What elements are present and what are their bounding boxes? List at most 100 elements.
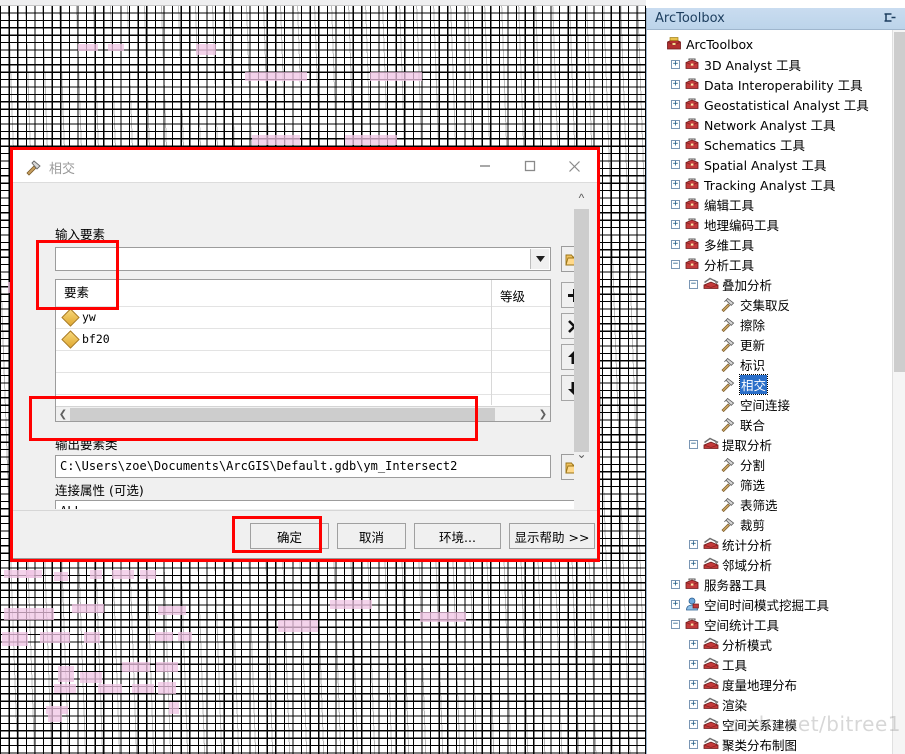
tree-node[interactable]: + 分析模式: [647, 634, 892, 654]
tree-node[interactable]: + 聚类分布制图: [647, 734, 892, 754]
scrollbar-thumb[interactable]: [70, 408, 495, 421]
scrollbar-thumb[interactable]: [894, 32, 905, 372]
tree-node[interactable]: + 空间时间模式挖掘工具: [647, 594, 892, 614]
expand-icon[interactable]: +: [689, 559, 698, 569]
list-item[interactable]: bf20: [61, 329, 110, 349]
expand-icon[interactable]: +: [689, 679, 698, 689]
tree-node[interactable]: − 分析工具: [647, 254, 892, 274]
arctoolbox-tree[interactable]: ArcToolbox +3D Analyst 工具 + Data Interopera…: [647, 30, 892, 754]
output-feature-class-input[interactable]: C:\Users\zoe\Documents\ArcGIS\Default.gd…: [55, 455, 551, 478]
scroll-up-icon[interactable]: ^: [574, 189, 589, 207]
expand-icon[interactable]: +: [671, 199, 680, 209]
tree-node[interactable]: 相交: [647, 373, 892, 395]
tree-node[interactable]: + 编辑工具: [647, 194, 892, 214]
join-attributes-select[interactable]: ALL ˅: [55, 500, 581, 509]
expand-icon[interactable]: +: [671, 59, 680, 69]
input-features-combo[interactable]: [55, 247, 551, 271]
tree-node[interactable]: 交集取反: [647, 294, 892, 314]
tree-node[interactable]: +3D Analyst 工具: [647, 54, 892, 74]
tree-node-label: 统计分析: [722, 537, 773, 553]
chevron-down-icon[interactable]: [530, 249, 549, 269]
expand-icon[interactable]: +: [689, 719, 698, 729]
tree-node[interactable]: + Tracking Analyst 工具: [647, 174, 892, 194]
arctoolbox-panel-header[interactable]: ArcToolbox: [647, 8, 905, 30]
tree-node[interactable]: + 多维工具: [647, 234, 892, 254]
collapse-icon[interactable]: −: [689, 279, 698, 289]
tree-node[interactable]: + 服务器工具: [647, 574, 892, 594]
maximize-button[interactable]: [507, 150, 552, 182]
expand-icon[interactable]: +: [689, 539, 698, 549]
ok-button[interactable]: 确定: [250, 523, 329, 549]
expand-icon[interactable]: +: [671, 579, 680, 589]
expand-icon[interactable]: +: [671, 599, 680, 609]
tree-node[interactable]: + Geostatistical Analyst 工具: [647, 94, 892, 114]
tree-node[interactable]: 联合: [647, 414, 892, 434]
tree-node-label: 相交: [738, 373, 769, 395]
tree-node[interactable]: 筛选: [647, 474, 892, 494]
tree-node[interactable]: 分割: [647, 454, 892, 474]
scroll-down-icon[interactable]: ⌄: [574, 445, 589, 463]
tree-node[interactable]: 擦除: [647, 314, 892, 334]
tree-node[interactable]: + Network Analyst 工具: [647, 114, 892, 134]
tree-node[interactable]: + 工具: [647, 654, 892, 674]
list-item[interactable]: yw: [61, 307, 96, 327]
close-icon[interactable]: [552, 150, 597, 182]
input-features-grid[interactable]: 要素 等级 yw bf20 ❮ ❯: [55, 279, 551, 422]
expand-icon[interactable]: +: [689, 739, 698, 749]
cancel-button[interactable]: 取消: [337, 523, 406, 549]
tree-node[interactable]: + 度量地理分布: [647, 674, 892, 694]
expand-icon[interactable]: +: [671, 139, 680, 149]
tree-node[interactable]: 标识: [647, 354, 892, 374]
expand-icon[interactable]: +: [671, 79, 680, 89]
highlight-parcel: [46, 706, 68, 714]
scroll-right-icon[interactable]: ❯: [536, 407, 550, 421]
tree-node-label: 提取分析: [722, 437, 773, 453]
grid-horizontal-scrollbar[interactable]: ❮ ❯: [56, 406, 550, 421]
arctoolbox-scrollbar[interactable]: [892, 30, 905, 754]
tree-node[interactable]: 表筛选: [647, 494, 892, 514]
scroll-left-icon[interactable]: ❮: [56, 407, 70, 421]
highlight-parcel: [72, 604, 104, 613]
tree-node[interactable]: − 空间统计工具: [647, 614, 892, 634]
tree-node[interactable]: 空间连接: [647, 394, 892, 414]
tree-node[interactable]: + Data Interoperability 工具: [647, 74, 892, 94]
intersect-dialog[interactable]: 相交 输入要素 要素 等级 yw bf20 ❮ ❯ 输出要素类 C:\Users…: [12, 149, 598, 559]
tree-node[interactable]: + 渲染: [647, 694, 892, 714]
minimize-button[interactable]: [462, 150, 507, 182]
tree-node[interactable]: + 邻域分析: [647, 554, 892, 574]
expand-icon[interactable]: +: [671, 159, 680, 169]
environments-button[interactable]: 环境...: [414, 523, 501, 549]
parameters-scrollbar[interactable]: ^ ⌄: [574, 189, 589, 509]
arctoolbox-panel[interactable]: ArcToolbox ArcToolbox +3D Analyst 工具 + Data…: [646, 8, 905, 754]
expand-icon[interactable]: +: [689, 639, 698, 649]
expand-icon[interactable]: +: [689, 699, 698, 709]
dialog-titlebar[interactable]: 相交: [13, 150, 597, 183]
expand-icon[interactable]: +: [671, 179, 680, 189]
map-top-strip: [0, 0, 646, 6]
toolbox-icon: [684, 616, 700, 632]
tree-node[interactable]: − 提取分析: [647, 434, 892, 454]
tree-node[interactable]: ArcToolbox: [647, 34, 892, 54]
tree-node[interactable]: + Spatial Analyst 工具: [647, 154, 892, 174]
highlight-parcel: [158, 606, 186, 615]
expand-icon[interactable]: +: [671, 119, 680, 129]
tree-node[interactable]: 裁剪: [647, 514, 892, 534]
highlight-parcel: [178, 632, 192, 641]
tree-node[interactable]: + Schematics 工具: [647, 134, 892, 154]
tree-node[interactable]: 更新: [647, 334, 892, 354]
collapse-icon[interactable]: −: [689, 439, 698, 449]
scrollbar-thumb[interactable]: [574, 209, 589, 452]
show-help-button[interactable]: 显示帮助 >>: [509, 523, 595, 549]
tree-node[interactable]: + 地理编码工具: [647, 214, 892, 234]
collapse-icon[interactable]: −: [671, 619, 680, 629]
expand-icon[interactable]: +: [671, 219, 680, 229]
tree-node[interactable]: − 叠加分析: [647, 274, 892, 294]
expand-icon[interactable]: +: [689, 659, 698, 669]
pin-icon[interactable]: [883, 12, 897, 31]
expand-icon[interactable]: +: [671, 239, 680, 249]
expand-icon[interactable]: +: [671, 99, 680, 109]
tree-node[interactable]: + 统计分析: [647, 534, 892, 554]
collapse-icon[interactable]: −: [671, 259, 680, 269]
